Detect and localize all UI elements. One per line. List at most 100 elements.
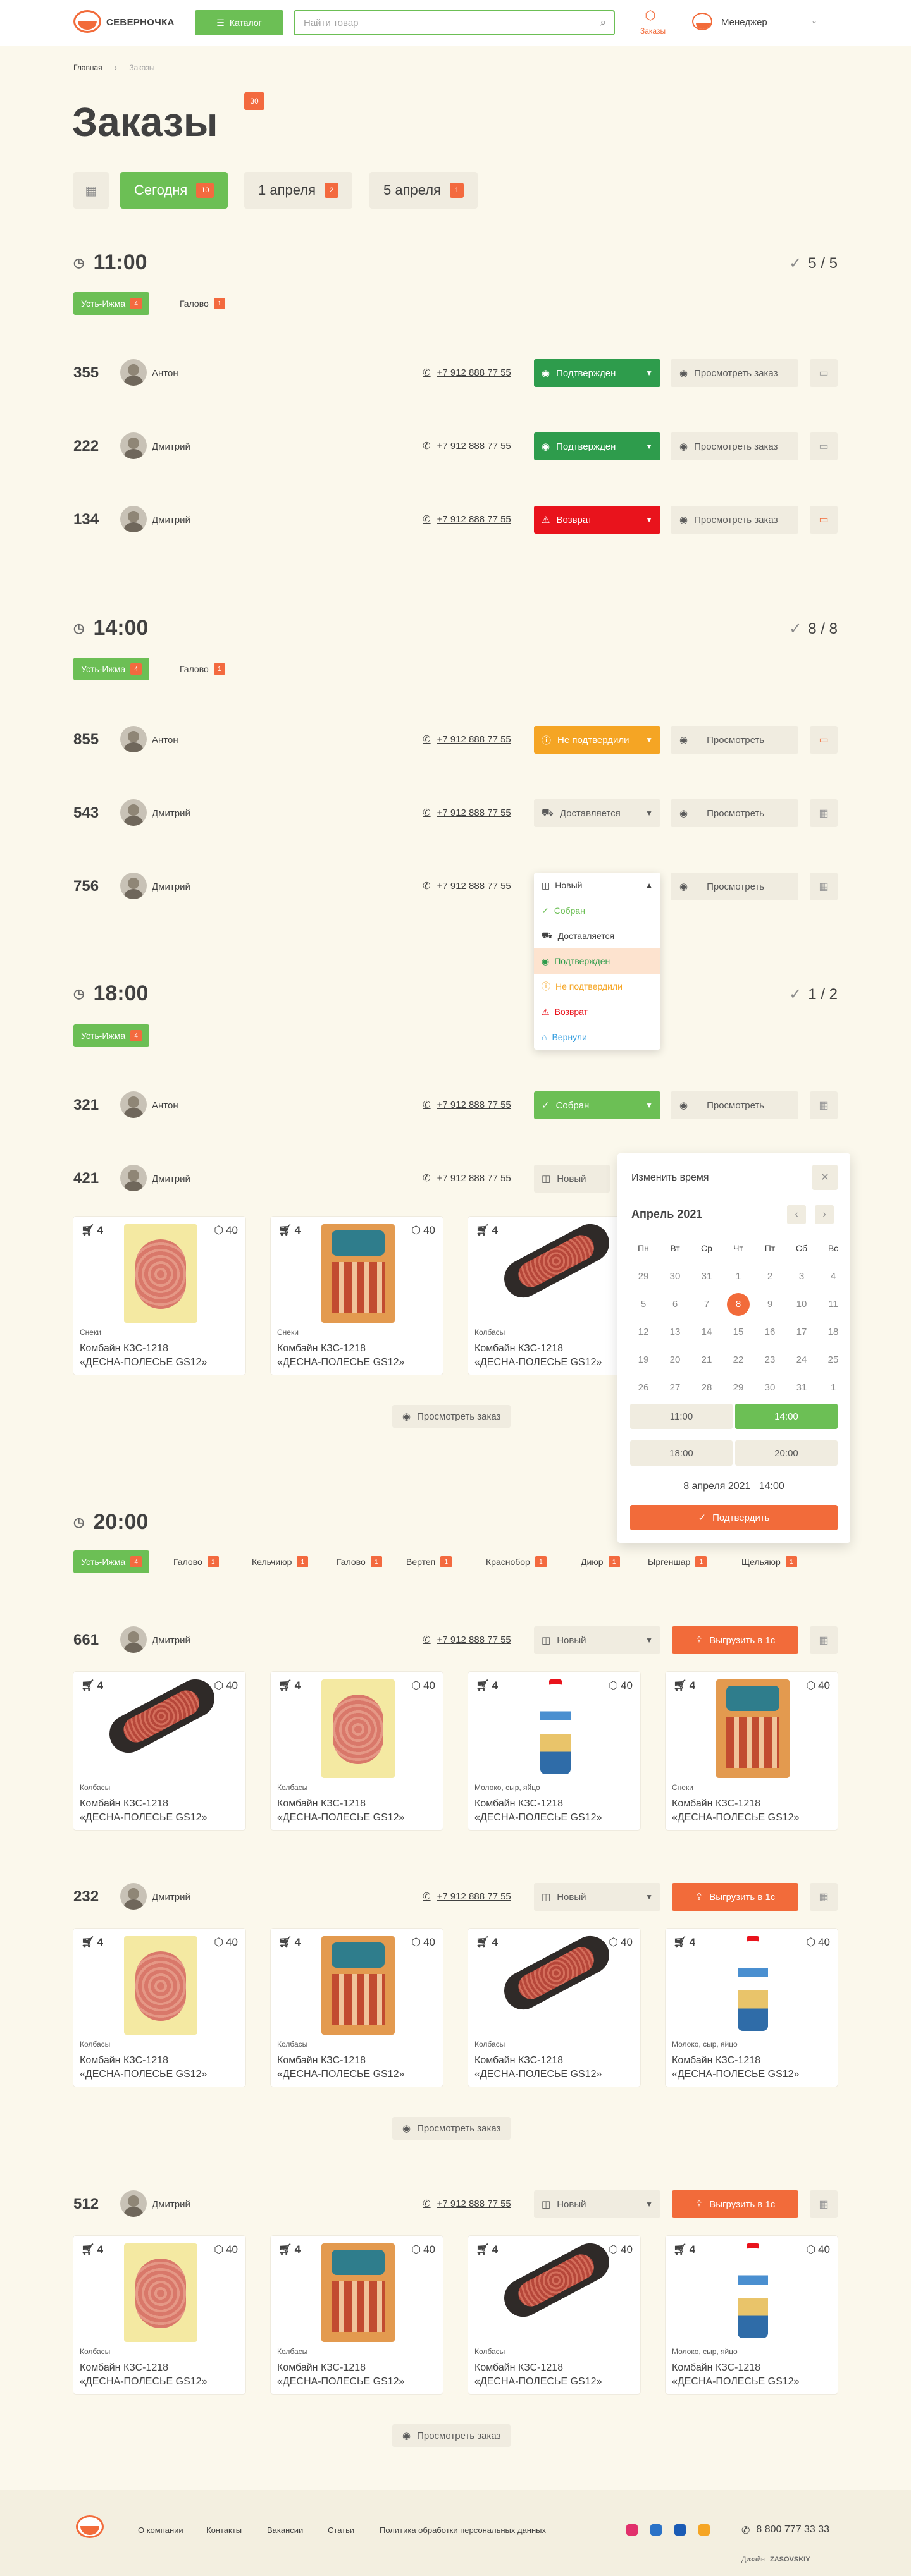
chat-icon[interactable]: ▭ (810, 359, 838, 387)
status-option-delivering[interactable]: ⛟ Доставляется (534, 923, 660, 948)
calendar-day[interactable]: 29 (628, 1271, 659, 1282)
customer-phone[interactable]: ✆ +7 912 888 77 55 (423, 367, 511, 379)
design-credit[interactable]: Дизайн ZASOVSKIY (741, 2556, 810, 2563)
order-number[interactable]: 321 (73, 1096, 99, 1114)
product-card[interactable]: 🛒︎ 4 ⬡ 40 Снеки Комбайн КЗС-1218 «ДЕСНА-ПОЛ… (73, 1217, 245, 1375)
calendar-day[interactable]: 17 (786, 1327, 817, 1337)
chat-icon[interactable]: ▭ (810, 432, 838, 460)
product-card[interactable]: 🛒︎ 4 ⬡ 40 Колбасы Комбайн КЗС-1218 «ДЕСНА-ПОЛЕ… (73, 1929, 245, 2087)
area-pill[interactable]: Усть-Ижма 4 (73, 292, 150, 315)
facebook-icon[interactable] (674, 2524, 686, 2536)
calendar-day[interactable]: 19 (628, 1354, 659, 1365)
catalog-button[interactable]: ☰ Каталог (195, 10, 283, 35)
status-select[interactable]: ⓘ Не подтвердили ▼ (534, 726, 660, 754)
next-month-icon[interactable]: › (815, 1205, 834, 1224)
product-card[interactable]: 🛒︎ 4 ⬡ 40 Снеки Комбайн КЗС-1218 «ДЕСНА-ПОЛ… (271, 1217, 443, 1375)
calendar-day[interactable]: 26 (628, 1382, 659, 1393)
search-input[interactable]: Найти товар ⌕ (294, 10, 615, 35)
calendar-day[interactable]: 21 (691, 1354, 722, 1365)
odnoklassniki-icon[interactable] (698, 2524, 710, 2536)
upload-1c-button[interactable]: ⇪ Выгрузить в 1с (672, 2190, 798, 2218)
view-order-button[interactable]: ◉ Просмотреть заказ (392, 2117, 511, 2140)
chat-unread-icon[interactable]: ▭ (810, 506, 838, 534)
area-pill[interactable]: Усть-Ижма 4 (73, 658, 150, 680)
calendar-day[interactable]: 6 (659, 1299, 691, 1309)
product-card[interactable]: 🛒︎ 4 ⬡ 40 Колбасы Комбайн КЗС-1218 «ДЕСНА-ПОЛЕ… (271, 2236, 443, 2394)
product-card[interactable]: 🛒︎ 4 ⬡ 40 Колбасы Комбайн КЗС-1218 «ДЕСНА-ПОЛЕ… (73, 1672, 245, 1830)
footer-link[interactable]: Политика обработки персональных данных (380, 2525, 546, 2535)
calendar-icon[interactable]: ▦ (810, 799, 838, 827)
product-card[interactable]: 🛒︎ 4 ⬡ 40 Молоко, сыр, яйцо Комбайн КЗС-1218 «… (468, 1672, 640, 1830)
upload-1c-button[interactable]: ⇪ Выгрузить в 1с (672, 1626, 798, 1654)
area-pill[interactable]: Вертеп 1 (399, 1550, 459, 1573)
footer-link[interactable]: О компании (138, 2525, 183, 2535)
status-select[interactable]: ✓ Собран ▼ (534, 1091, 660, 1119)
calendar-day[interactable]: 1 (817, 1382, 849, 1393)
status-select[interactable]: ◉ Подтвержден ▼ (534, 359, 660, 387)
calendar-day[interactable]: 27 (659, 1382, 691, 1393)
view-order-button[interactable]: ◉ Просмотреть (671, 726, 798, 754)
calendar-day[interactable]: 12 (628, 1327, 659, 1337)
area-pill[interactable]: Галово 1 (172, 658, 233, 680)
view-order-button[interactable]: ◉ Просмотреть (671, 1091, 798, 1119)
calendar-icon[interactable]: ▦ (810, 1091, 838, 1119)
breadcrumb-home[interactable]: Главная (73, 63, 102, 72)
status-select[interactable]: ◫ Новый ▼ (534, 2190, 660, 2218)
calendar-day[interactable]: 10 (786, 1299, 817, 1309)
area-pill[interactable]: Галово 1 (166, 1550, 226, 1573)
calendar-day[interactable]: 22 (722, 1354, 754, 1365)
calendar-day[interactable]: 30 (659, 1271, 691, 1282)
order-number[interactable]: 855 (73, 731, 99, 749)
calendar-day[interactable]: 28 (691, 1382, 722, 1393)
customer-phone[interactable]: ✆ +7 912 888 77 55 (423, 513, 511, 525)
product-card[interactable]: 🛒︎ 4 ⬡ 40 Колбасы Комбайн КЗС-1218 «ДЕСНА-ПОЛЕ… (73, 2236, 245, 2394)
customer-phone[interactable]: ✆ +7 912 888 77 55 (423, 2198, 511, 2210)
status-option-confirmed[interactable]: ◉ Подтвержден (534, 948, 660, 974)
customer-phone[interactable]: ✆ +7 912 888 77 55 (423, 1172, 511, 1184)
customer-phone[interactable]: ✆ +7 912 888 77 55 (423, 1891, 511, 1903)
calendar-day[interactable]: 5 (628, 1299, 659, 1309)
order-number[interactable]: 421 (73, 1170, 99, 1187)
status-select[interactable]: ⚠ Возврат ▼ (534, 506, 660, 534)
footer-link[interactable]: Статьи (328, 2525, 354, 2535)
footer-phone[interactable]: ✆ 8 800 777 33 33 (741, 2524, 829, 2537)
calendar-icon-button[interactable]: ▦ (73, 172, 109, 209)
order-number[interactable]: 512 (73, 2195, 99, 2213)
area-pill[interactable]: Диюр 1 (573, 1550, 628, 1573)
calendar-day[interactable]: 29 (722, 1382, 754, 1393)
time-slot-option[interactable]: 11:00 (630, 1404, 733, 1429)
calendar-day[interactable]: 31 (691, 1271, 722, 1282)
calendar-day[interactable]: 4 (817, 1271, 849, 1282)
order-number[interactable]: 543 (73, 804, 99, 822)
customer-phone[interactable]: ✆ +7 912 888 77 55 (423, 1099, 511, 1111)
calendar-day[interactable]: 13 (659, 1327, 691, 1337)
search-icon[interactable]: ⌕ (600, 16, 606, 29)
calendar-day[interactable]: 24 (786, 1354, 817, 1365)
upload-1c-button[interactable]: ⇪ Выгрузить в 1с (672, 1883, 798, 1911)
order-number[interactable]: 222 (73, 438, 99, 455)
order-number[interactable]: 232 (73, 1888, 99, 1906)
calendar-day[interactable]: 25 (817, 1354, 849, 1365)
footer-link[interactable]: Контакты (206, 2525, 242, 2535)
customer-phone[interactable]: ✆ +7 912 888 77 55 (423, 1634, 511, 1646)
area-pill[interactable]: Кельчиюр 1 (244, 1550, 316, 1573)
calendar-icon[interactable]: ▦ (810, 1626, 838, 1654)
date-tab-april-1[interactable]: 1 апреля 2 (244, 172, 352, 209)
status-select[interactable]: ◫ Новый ▼ (534, 1883, 660, 1911)
calendar-day-selected[interactable]: 8 (727, 1293, 750, 1316)
order-number[interactable]: 134 (73, 511, 99, 529)
instagram-icon[interactable] (626, 2524, 638, 2536)
product-card[interactable]: 🛒︎ 4 ⬡ 40 Колбасы Комбайн КЗС-1218 «ДЕСНА-ПОЛЕ… (271, 1672, 443, 1830)
manager-avatar[interactable] (692, 13, 712, 30)
chat-unread-icon[interactable]: ▭ (810, 726, 838, 754)
footer-link[interactable]: Вакансии (267, 2525, 303, 2535)
product-card[interactable]: 🛒︎ 4 Колбасы Комбайн КЗС-1218 «ДЕСНА-ПОЛЕС… (468, 1217, 640, 1375)
date-tab-april-5[interactable]: 5 апреля 1 (369, 172, 478, 209)
view-order-button[interactable]: ◉ Просмотреть (671, 873, 798, 900)
status-select[interactable]: ◉ Подтвержден ▼ (534, 432, 660, 460)
order-number[interactable]: 355 (73, 364, 99, 382)
customer-phone[interactable]: ✆ +7 912 888 77 55 (423, 880, 511, 892)
status-option-return[interactable]: ⚠ Возврат (534, 999, 660, 1024)
order-number[interactable]: 661 (73, 1631, 99, 1649)
area-pill[interactable]: Галово 1 (329, 1550, 390, 1573)
